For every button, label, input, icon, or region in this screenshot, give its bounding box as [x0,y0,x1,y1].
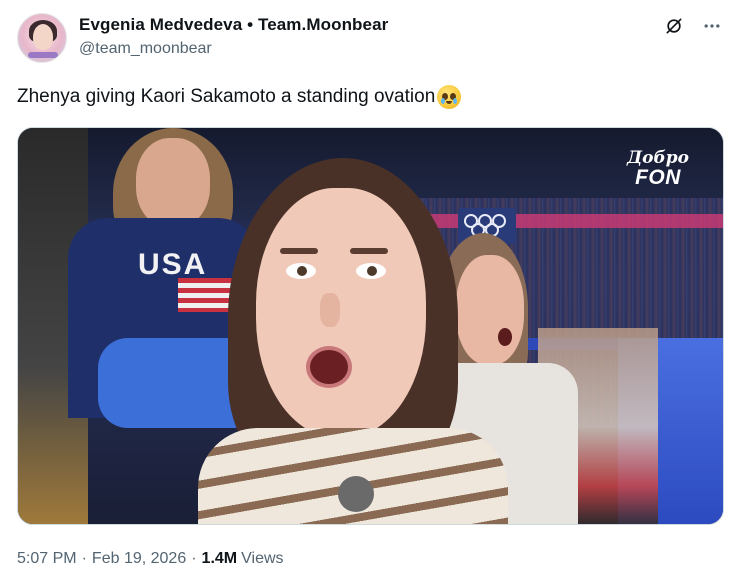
tweet-card: Evgenia Medvedeva • Team.Moonbear @team_… [0,0,738,582]
face-holding-back-tears-emoji-icon [437,85,462,109]
main-subject-face [256,188,426,438]
tweet-media-video[interactable]: USA Добро FON [17,127,724,525]
author-handle[interactable]: @team_moonbear [79,40,212,58]
main-subject-mouth [306,346,352,388]
tweet-text-content: Zhenya giving Kaori Sakamoto a standing … [17,86,436,107]
more-dots-svg [704,24,720,28]
watermark-top: Добро [627,148,689,168]
tweet-top-actions [662,14,724,38]
main-subject-eye-right [356,263,386,279]
views-count[interactable]: 1.4M [202,550,238,568]
second-girl-mouth [498,328,512,346]
author-avatar[interactable] [17,13,67,63]
main-subject-nose [320,293,340,327]
meta-separator-2: · [191,550,197,567]
tweet-date[interactable]: Feb 19, 2026 [92,550,186,568]
views-label[interactable]: Views [241,550,283,568]
clip-microphone [338,476,374,512]
author-name-row[interactable]: Evgenia Medvedeva • Team.Moonbear [79,15,388,35]
tweet-text: Zhenya giving Kaori Sakamoto a standing … [17,84,462,110]
avatar-badge [28,52,58,58]
emoji-mouth [446,101,453,104]
author-display-name[interactable]: Evgenia Medvedeva • Team.Moonbear [79,15,388,35]
shirt-text: USA [138,248,208,281]
main-subject-eye-left [286,263,316,279]
main-subject [198,158,508,524]
grok-icon[interactable] [662,14,686,38]
emoji-tear-right [453,98,458,104]
more-dots-icon[interactable] [700,14,724,38]
avatar-face [33,24,53,50]
grok-icon-svg [666,18,682,34]
emoji-tear-left [441,98,446,104]
tweet-meta: 5:07 PM · Feb 19, 2026 · 1.4M Views [17,550,284,568]
watermark-bottom: FON [635,166,681,189]
tweet-time[interactable]: 5:07 PM [17,550,77,568]
main-subject-brow-left [280,248,318,254]
main-subject-brow-right [350,248,388,254]
meta-separator: · [81,550,87,567]
spectator-face [136,138,210,228]
channel-watermark: Добро FON [627,148,689,189]
